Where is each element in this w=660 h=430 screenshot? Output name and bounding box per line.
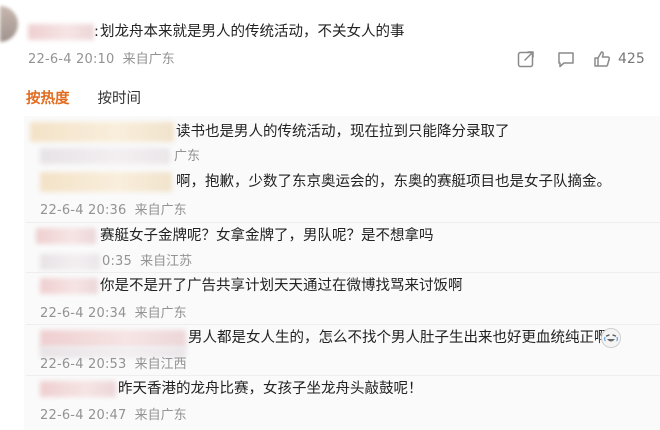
reply-meta: 22-6-4 20:36 来自广东	[40, 202, 187, 220]
like-icon	[594, 51, 611, 67]
author-name-redacted[interactable]	[28, 24, 94, 40]
reply-text: 赛艇女子金牌呢？女拿金牌了，男队呢？是不想拿吗	[100, 228, 434, 244]
share-icon	[517, 51, 534, 68]
post-author-colon: :	[94, 24, 99, 40]
reply-location: 来自江苏	[140, 254, 193, 269]
reply-meta: 22-6-4 20:47 来自广东	[40, 407, 187, 425]
like-button[interactable]: 425	[592, 48, 645, 70]
tab-sort-by-time[interactable]: 按时间	[98, 89, 142, 109]
reply-location: 来自广东	[134, 408, 187, 423]
reply-location: 来自广东	[134, 203, 187, 218]
sort-tabs: 按热度 按时间	[26, 89, 141, 109]
reply-text: 读书也是男人的传统活动，现在拉到只能降分录取了	[176, 124, 510, 140]
reply-author-redacted[interactable]	[40, 278, 98, 294]
author-avatar[interactable]	[0, 6, 18, 42]
reply-divider	[26, 272, 660, 273]
reply-divider	[26, 375, 660, 376]
reply-time: 22-6-4 20:36	[40, 203, 127, 218]
reply-author-redacted[interactable]	[40, 381, 116, 397]
reply-text: 啊，抱歉，少数了东京奥运会的，东奥的赛艇项目也是女子队摘金。	[176, 174, 611, 190]
reply-author-redacted[interactable]	[30, 122, 174, 142]
post-meta: 22-6-4 20:10 来自广东	[28, 51, 175, 69]
laugh-cry-emoji-icon	[601, 328, 621, 348]
reply-location: 来自江西	[134, 357, 187, 372]
comment-button[interactable]	[556, 48, 576, 70]
reply-location: 广东	[174, 149, 201, 164]
reply-meta: 22-6-4 20:34 来自广东	[40, 305, 187, 323]
reply-text: 男人都是女人生的，怎么不找个男人肚子生出来也好更血统纯正啊	[188, 330, 609, 346]
reply-location: 来自广东	[134, 306, 187, 321]
reply-divider	[26, 222, 660, 223]
reply-time: 0:35	[102, 254, 132, 269]
reply-meta-redacted	[40, 254, 100, 270]
reply-time: 22-6-4 20:53	[40, 357, 127, 372]
reply-meta-redacted	[40, 148, 170, 164]
like-count: 425	[618, 51, 645, 67]
reply-meta: 0:35 来自江苏	[102, 253, 192, 271]
post-text: 划龙舟本来就是男人的传统活动，不关女人的事	[100, 24, 405, 40]
reply-divider	[26, 324, 660, 325]
post-time: 22-6-4 20:10	[28, 52, 115, 67]
comment-icon	[558, 52, 574, 68]
reply-time: 22-6-4 20:34	[40, 306, 127, 321]
tab-sort-by-hot[interactable]: 按热度	[26, 89, 70, 109]
reply-author-redacted[interactable]	[36, 228, 96, 244]
reply-author-redacted[interactable]	[40, 172, 172, 192]
reply-meta: 22-6-4 20:53 来自江西	[40, 356, 187, 374]
share-button[interactable]	[516, 48, 536, 70]
reply-text: 昨天香港的龙舟比赛，女孩子坐龙舟头敲鼓呢！	[118, 381, 423, 397]
reply-text: 你是不是开了广告共享计划天天通过在微博找骂来讨饭啊	[100, 278, 463, 294]
reply-time: 22-6-4 20:47	[40, 408, 127, 423]
post-location: 来自广东	[122, 52, 175, 67]
